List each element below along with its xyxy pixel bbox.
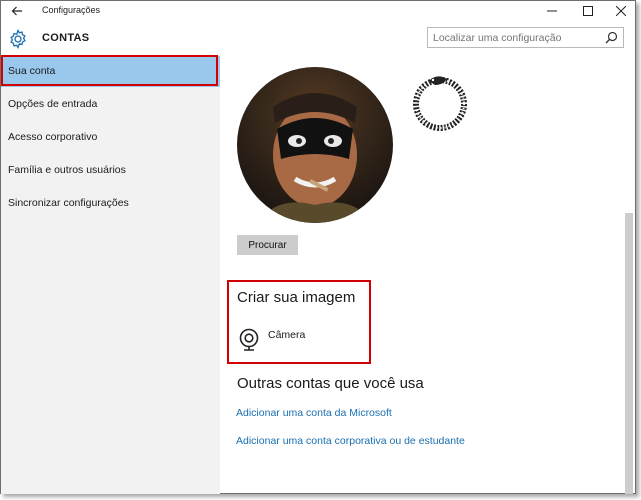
add-microsoft-account-link[interactable]: Adicionar uma conta da Microsoft <box>236 407 392 419</box>
minimize-button[interactable] <box>535 1 569 21</box>
sidebar-item-label: Família e outros usuários <box>8 164 126 176</box>
sidebar-item-opcoes-de-entrada[interactable]: Opções de entrada <box>1 89 220 120</box>
sidebar-item-label: Sua conta <box>8 65 56 77</box>
sidebar-item-sua-conta[interactable]: Sua conta <box>1 55 220 87</box>
camera-icon[interactable] <box>238 328 260 352</box>
add-work-account-link[interactable]: Adicionar uma conta corporativa ou de es… <box>236 435 465 447</box>
settings-window: Configurações CONTAS Sua conta Opç <box>0 0 636 494</box>
browse-button[interactable]: Procurar <box>237 235 298 255</box>
search-input[interactable] <box>433 28 603 47</box>
profile-picture <box>237 67 393 223</box>
close-button[interactable] <box>604 1 638 21</box>
sidebar-item-label: Opções de entrada <box>8 98 98 110</box>
back-arrow-icon <box>11 6 22 16</box>
window-title: Configurações <box>42 5 101 15</box>
profile-photo-image <box>257 93 373 223</box>
gear-icon <box>10 29 26 49</box>
minimize-icon <box>547 10 557 12</box>
create-picture-heading: Criar sua imagem <box>237 289 356 306</box>
search-field[interactable] <box>427 27 624 48</box>
ouroboros-image <box>413 76 467 131</box>
maximize-icon <box>583 6 593 16</box>
scrollbar[interactable] <box>625 213 633 494</box>
search-icon[interactable] <box>605 31 618 44</box>
sidebar: Sua conta Opções de entrada Acesso corpo… <box>1 55 220 494</box>
sidebar-item-label: Acesso corporativo <box>8 131 98 143</box>
sidebar-item-familia[interactable]: Família e outros usuários <box>1 155 220 186</box>
page-title: CONTAS <box>42 32 90 44</box>
maximize-button[interactable] <box>571 1 605 21</box>
back-button[interactable] <box>9 3 25 19</box>
camera-option[interactable]: Câmera <box>268 329 305 341</box>
sidebar-item-sincronizar[interactable]: Sincronizar configurações <box>1 188 220 219</box>
sidebar-item-label: Sincronizar configurações <box>8 197 129 209</box>
other-accounts-heading: Outras contas que você usa <box>237 375 424 392</box>
title-bar: Configurações <box>1 1 635 21</box>
close-icon <box>616 6 626 16</box>
sidebar-item-acesso-corporativo[interactable]: Acesso corporativo <box>1 122 220 153</box>
